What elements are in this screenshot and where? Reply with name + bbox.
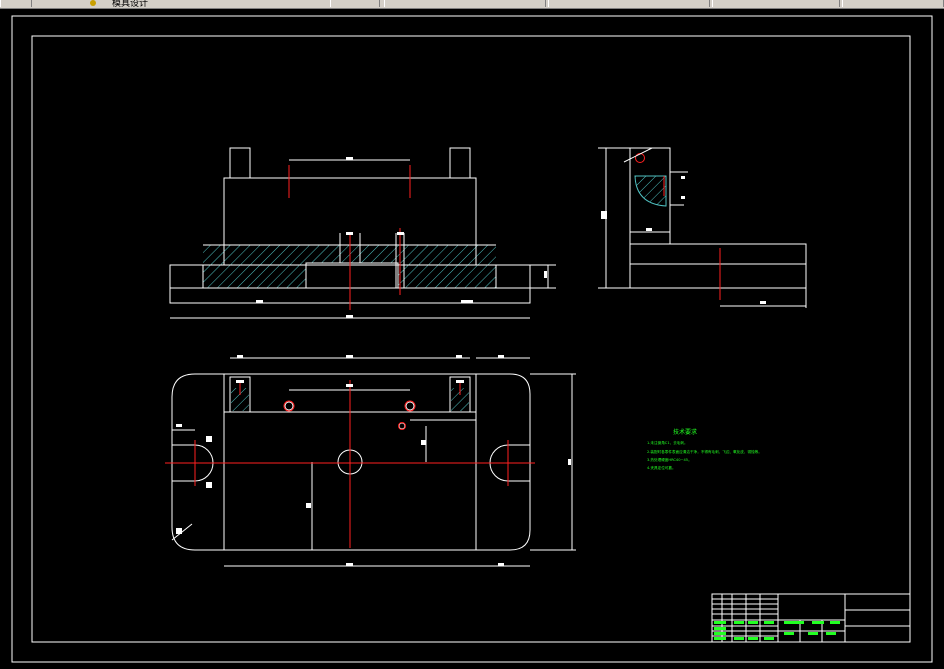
front-view — [169, 147, 556, 319]
side-view-hatched-pocket — [634, 175, 667, 207]
technical-requirements: 技术要求 1.未注倒角C1，去毛刺。 2.装配时各零件表面应清洁干净，不得有毛刺… — [647, 428, 762, 470]
tech-requirement-item-4: 4.夹具定位可靠。 — [647, 465, 676, 470]
tech-requirement-item-2: 2.装配时各零件表面应清洁干净，不得有毛刺、飞边、氧化皮、锈蚀等。 — [647, 449, 762, 454]
toolbar-button-group[interactable] — [0, 0, 32, 7]
toolbar-layer-dropdown[interactable] — [330, 0, 380, 7]
drawing-canvas[interactable]: 技术要求 1.未注倒角C1，去毛刺。 2.装配时各零件表面应清洁干净，不得有毛刺… — [0, 8, 944, 669]
front-view-slot-fill — [306, 263, 398, 288]
front-view-dimension-marks — [256, 157, 547, 318]
top-view-center-lines — [165, 380, 535, 548]
side-view-center-lines — [635, 153, 721, 300]
drawing-border — [11, 15, 933, 663]
side-view-dimension-marks — [601, 147, 766, 304]
toolbar-lineweight-dropdown[interactable] — [712, 0, 840, 7]
tech-requirement-item-3: 3.热处理硬度HRC40~45。 — [647, 457, 692, 462]
toolbar-plotstyle-dropdown[interactable] — [842, 0, 944, 7]
toolbar-drawing-icon[interactable] — [90, 0, 96, 6]
tech-requirements-title: 技术要求 — [673, 428, 697, 436]
side-view — [598, 147, 807, 308]
toolbar-color-dropdown[interactable] — [384, 0, 546, 7]
toolbar-linetype-dropdown[interactable] — [548, 0, 710, 7]
top-view-dimension-marks — [171, 355, 571, 566]
tech-requirement-item-1: 1.未注倒角C1，去毛刺。 — [647, 440, 688, 445]
